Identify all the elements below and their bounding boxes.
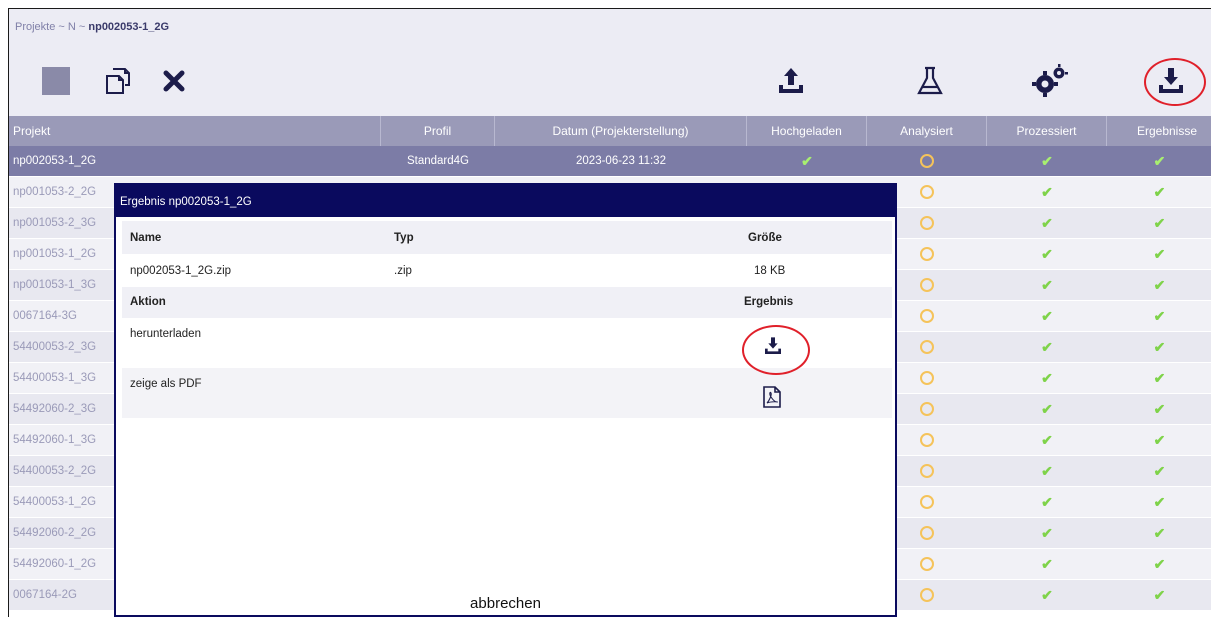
results-check-icon: ✔ — [1153, 277, 1166, 293]
processed-check-icon: ✔ — [1041, 370, 1053, 386]
col-date[interactable]: Datum (Projekterstellung) — [495, 116, 747, 146]
row-date: 2023-06-23 11:32 — [576, 155, 666, 167]
breadcrumb-current: np002053-1_2G — [88, 21, 170, 33]
results-check-icon: ✔ — [1153, 494, 1166, 510]
app-frame: Projekte ~ N ~ np002053-1_2G Projekt Pro… — [8, 8, 1211, 617]
result-dialog: Ergebnis np002053-1_2G Name Typ Größe np… — [114, 183, 897, 617]
gears-icon[interactable] — [1031, 62, 1069, 100]
header-action: Aktion — [130, 296, 166, 308]
upload-icon[interactable] — [774, 64, 808, 98]
results-check-icon: ✔ — [1153, 432, 1166, 448]
col-project[interactable]: Projekt — [9, 116, 381, 146]
file-type: .zip — [394, 265, 412, 277]
processed-check-icon: ✔ — [1041, 339, 1053, 355]
stop-square-icon[interactable] — [41, 66, 71, 96]
toolbar — [9, 46, 1211, 116]
processed-check-icon: ✔ — [1041, 184, 1053, 200]
col-results[interactable]: Ergebnisse — [1107, 116, 1211, 146]
col-profile[interactable]: Profil — [381, 116, 495, 146]
dialog-title: Ergebnis np002053-1_2G — [116, 185, 895, 217]
results-check-icon: ✔ — [1153, 463, 1166, 479]
copy-icon[interactable] — [101, 64, 135, 98]
uploaded-check-icon: ✔ — [801, 153, 813, 169]
action-row-pdf: zeige als PDF — [122, 368, 892, 418]
flask-icon[interactable] — [914, 64, 946, 98]
delete-x-icon[interactable] — [159, 66, 189, 96]
cancel-button[interactable]: abbrechen — [116, 595, 895, 612]
col-uploaded[interactable]: Hochgeladen — [747, 116, 867, 146]
results-check-icon: ✔ — [1153, 153, 1166, 169]
processed-check-icon: ✔ — [1041, 246, 1053, 262]
processed-check-icon: ✔ — [1041, 525, 1053, 541]
col-processed[interactable]: Prozessiert — [987, 116, 1107, 146]
analyzed-pending-icon — [867, 146, 987, 176]
file-name: np002053-1_2G.zip — [130, 265, 232, 277]
table-header: Projekt Profil Datum (Projekterstellung)… — [9, 116, 1211, 146]
table-row-selected[interactable]: np002053-1_2G Standard4G 2023-06-23 11:3… — [9, 146, 1211, 177]
action-header-row: Aktion Ergebnis — [122, 287, 892, 318]
results-check-icon: ✔ — [1153, 525, 1166, 541]
processed-check-icon: ✔ — [1041, 432, 1053, 448]
file-header-row: Name Typ Größe — [122, 221, 892, 254]
header-result: Ergebnis — [744, 296, 794, 308]
processed-check-icon: ✔ — [1041, 153, 1053, 169]
processed-check-icon: ✔ — [1041, 556, 1053, 572]
processed-check-icon: ✔ — [1041, 494, 1053, 510]
processed-check-icon: ✔ — [1041, 401, 1053, 417]
breadcrumb-path[interactable]: Projekte ~ N ~ — [15, 21, 88, 33]
row-profile: Standard4G — [406, 155, 469, 167]
processed-check-icon: ✔ — [1041, 308, 1053, 324]
results-check-icon: ✔ — [1153, 184, 1166, 200]
processed-check-icon: ✔ — [1041, 587, 1053, 603]
processed-check-icon: ✔ — [1041, 277, 1053, 293]
annotation-circle — [742, 325, 810, 375]
processed-check-icon: ✔ — [1041, 215, 1053, 231]
header-name: Name — [130, 232, 162, 244]
action-pdf-label: zeige als PDF — [130, 378, 202, 390]
results-check-icon: ✔ — [1153, 370, 1166, 386]
results-check-icon: ✔ — [1153, 587, 1166, 603]
results-check-icon: ✔ — [1153, 556, 1166, 572]
header-size: Größe — [748, 232, 782, 244]
results-check-icon: ✔ — [1153, 308, 1166, 324]
file-row: np002053-1_2G.zip .zip 18 KB — [122, 254, 892, 287]
breadcrumb: Projekte ~ N ~ np002053-1_2G — [9, 9, 1211, 46]
col-analyzed[interactable]: Analysiert — [867, 116, 987, 146]
results-check-icon: ✔ — [1153, 339, 1166, 355]
processed-check-icon: ✔ — [1041, 463, 1053, 479]
file-size: 18 KB — [754, 265, 786, 277]
results-check-icon: ✔ — [1153, 215, 1166, 231]
action-download-label: herunterladen — [130, 328, 201, 340]
result-pdf-icon[interactable] — [762, 386, 782, 411]
results-check-icon: ✔ — [1153, 401, 1166, 417]
header-type: Typ — [394, 232, 414, 244]
results-check-icon: ✔ — [1153, 246, 1166, 262]
annotation-circle — [1144, 58, 1206, 106]
row-project: np002053-1_2G — [13, 155, 97, 167]
